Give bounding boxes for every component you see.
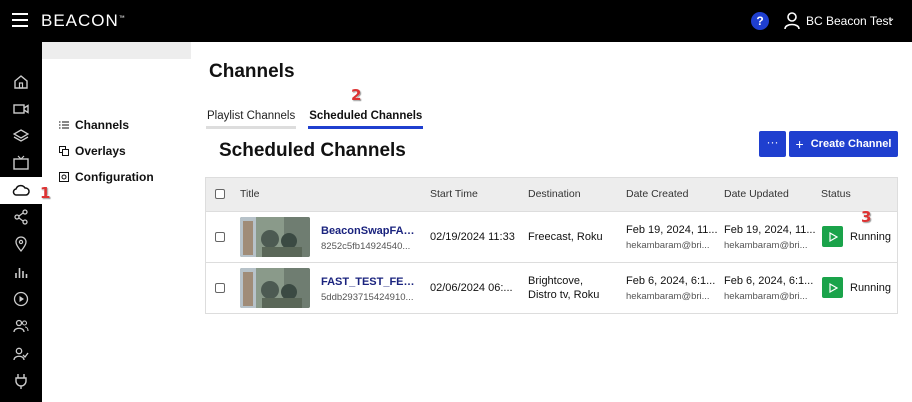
subnav-item-channels[interactable]: Channels (59, 118, 129, 132)
date-updated: Feb 19, 2024, 11... (724, 224, 816, 236)
create-channel-label: Create Channel (810, 138, 892, 150)
channel-id: 8252c5fb14924540... (321, 241, 411, 252)
start-time: 02/19/2024 11:33 (430, 231, 515, 243)
plug-icon[interactable] (13, 373, 29, 389)
destination: Freecast, Roku (528, 231, 603, 243)
users-icon[interactable] (13, 318, 29, 334)
play-button[interactable] (822, 226, 843, 247)
pin-icon[interactable] (13, 236, 29, 252)
column-header-destination[interactable]: Destination (528, 188, 581, 200)
table-header: Title Start Time Destination Date Create… (206, 178, 897, 211)
cloud-icon[interactable] (0, 177, 42, 204)
column-header-status[interactable]: Status (821, 188, 851, 200)
user-icon[interactable] (784, 12, 800, 30)
subnav-label: Channels (75, 118, 130, 132)
play-icon (828, 282, 838, 293)
channel-title-link[interactable]: FAST_TEST_FEB_6 (321, 276, 419, 288)
subnav-item-configuration[interactable]: Configuration (59, 170, 154, 184)
play-icon (828, 231, 838, 242)
date-updated: Feb 6, 2024, 6:1... (724, 275, 814, 287)
annotation-marker-1: 1 (40, 184, 51, 202)
help-icon[interactable]: ? (751, 12, 769, 30)
layers-icon[interactable] (13, 128, 29, 144)
column-header-date-created[interactable]: Date Created (626, 188, 688, 200)
table-row[interactable]: FAST_TEST_FEB_6 5ddb293715424910... 02/0… (206, 262, 897, 313)
tab-playlist-channels[interactable]: Playlist Channels (206, 110, 297, 129)
column-header-date-updated[interactable]: Date Updated (724, 188, 789, 200)
destination-line-1: Brightcove, (528, 275, 584, 287)
chevron-down-icon[interactable]: ⌄ (887, 13, 895, 24)
annotation-marker-2: 2 (351, 86, 362, 104)
subnav-label: Configuration (75, 170, 154, 184)
start-time: 02/06/2024 06:... (430, 282, 513, 294)
more-actions-button[interactable]: ··· (759, 131, 786, 157)
channels-table: Title Start Time Destination Date Create… (205, 177, 898, 314)
subnav-label: Overlays (75, 144, 126, 158)
date-created: Feb 6, 2024, 6:1... (626, 275, 716, 287)
user-check-icon[interactable] (13, 346, 29, 362)
sub-navigation: Channels Overlays Configuration (42, 59, 191, 402)
row-checkbox[interactable] (215, 232, 225, 242)
config-icon (59, 172, 69, 182)
destination-line-2: Distro tv, Roku (528, 289, 600, 301)
overlay-icon (59, 146, 69, 156)
create-channel-button[interactable]: + Create Channel (789, 131, 898, 157)
date-created: Feb 19, 2024, 11... (626, 224, 718, 236)
column-header-start-time[interactable]: Start Time (430, 188, 478, 200)
created-by: hekambaram@bri... (626, 240, 710, 251)
share-icon[interactable] (13, 209, 29, 225)
home-icon[interactable] (13, 74, 29, 90)
select-all-checkbox[interactable] (215, 189, 225, 199)
tab-bar: Playlist Channels Scheduled Channels (206, 110, 424, 129)
analytics-icon[interactable] (13, 264, 29, 280)
annotation-marker-3: 3 (861, 208, 872, 226)
subnav-item-overlays[interactable]: Overlays (59, 144, 126, 158)
column-header-title[interactable]: Title (240, 188, 259, 200)
top-bar: BEACON™ ? BC Beacon Test ⌄ (0, 0, 912, 42)
list-icon (59, 121, 69, 129)
brand-logo[interactable]: BEACON™ (41, 11, 126, 31)
updated-by: hekambaram@bri... (724, 291, 808, 302)
page-title: Channels (209, 61, 295, 82)
play-icon[interactable] (13, 291, 29, 307)
table-row[interactable]: BeaconSwapFAS... 8252c5fb14924540... 02/… (206, 211, 897, 262)
main-content: Channels Playlist Channels Scheduled Cha… (191, 42, 912, 402)
channel-thumbnail (240, 268, 310, 308)
section-title: Scheduled Channels (219, 140, 406, 161)
user-name[interactable]: BC Beacon Test (806, 14, 892, 28)
channel-title-link[interactable]: BeaconSwapFAS... (321, 225, 419, 237)
video-icon[interactable] (13, 101, 29, 117)
channel-id: 5ddb293715424910... (321, 292, 414, 303)
row-checkbox[interactable] (215, 283, 225, 293)
icon-rail (0, 42, 42, 402)
status-text: Running (850, 231, 891, 243)
channel-thumbnail (240, 217, 310, 257)
created-by: hekambaram@bri... (626, 291, 710, 302)
updated-by: hekambaram@bri... (724, 240, 808, 251)
status-text: Running (850, 282, 891, 294)
tv-icon[interactable] (13, 155, 29, 171)
tab-scheduled-channels[interactable]: Scheduled Channels (308, 110, 424, 129)
hamburger-menu-icon[interactable] (12, 13, 28, 27)
play-button[interactable] (822, 277, 843, 298)
plus-icon: + (795, 136, 804, 152)
